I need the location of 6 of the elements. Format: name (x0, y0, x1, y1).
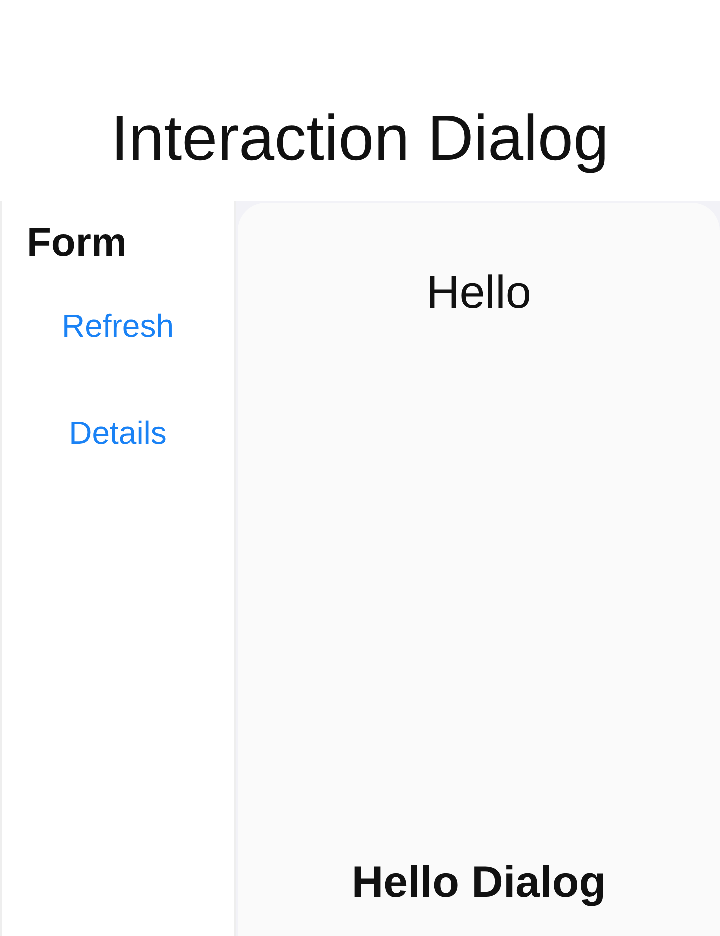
dialog-footer-title: Hello Dialog (352, 858, 606, 908)
sidebar-link[interactable]: Refresh (50, 300, 186, 353)
sidebar-link[interactable]: Details (57, 407, 179, 460)
page-title: Interaction Dialog (110, 101, 610, 175)
dialog-greeting: Hello (426, 265, 532, 319)
sidebar-heading: Form (27, 221, 127, 266)
